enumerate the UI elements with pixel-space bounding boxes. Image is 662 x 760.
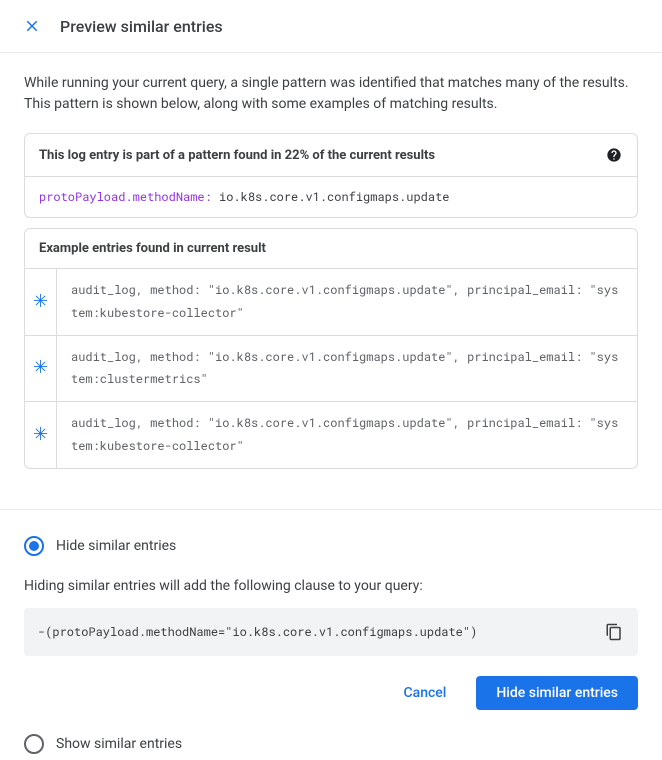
table-row: ✳ audit_log, method: "io.k8s.core.v1.con…	[25, 336, 637, 403]
entry-marker-icon: ✳	[25, 402, 57, 468]
table-row: ✳ audit_log, method: "io.k8s.core.v1.con…	[25, 269, 637, 336]
help-icon[interactable]	[605, 146, 623, 164]
radio-label: Hide similar entries	[56, 538, 176, 554]
copy-icon[interactable]	[604, 622, 624, 642]
pattern-value: io.k8s.core.v1.configmaps.update	[219, 189, 449, 205]
examples-card: Example entries found in current result …	[24, 228, 638, 469]
radio-unchecked-icon	[24, 734, 44, 754]
radio-hide-similar[interactable]: Hide similar entries	[24, 530, 638, 562]
radio-show-similar[interactable]: Show similar entries	[24, 728, 638, 760]
description-text: While running your current query, a sing…	[24, 73, 638, 115]
dialog-header: Preview similar entries	[0, 0, 662, 53]
entry-marker-icon: ✳	[25, 336, 57, 402]
hide-similar-button[interactable]: Hide similar entries	[476, 676, 638, 710]
button-row: Cancel Hide similar entries	[24, 676, 638, 710]
examples-header: Example entries found in current result	[25, 229, 637, 269]
entry-text: audit_log, method: "io.k8s.core.v1.confi…	[57, 402, 637, 468]
entry-text: audit_log, method: "io.k8s.core.v1.confi…	[57, 269, 637, 335]
entry-marker-icon: ✳	[25, 269, 57, 335]
options-section: Hide similar entries Hiding similar entr…	[0, 510, 662, 760]
hide-description: Hiding similar entries will add the foll…	[24, 578, 638, 594]
close-icon[interactable]	[20, 14, 44, 38]
pattern-header: This log entry is part of a pattern foun…	[25, 134, 637, 177]
dialog-title: Preview similar entries	[60, 17, 223, 36]
entry-text: audit_log, method: "io.k8s.core.v1.confi…	[57, 336, 637, 402]
radio-label: Show similar entries	[56, 736, 182, 752]
table-row: ✳ audit_log, method: "io.k8s.core.v1.con…	[25, 402, 637, 468]
pattern-header-text: This log entry is part of a pattern foun…	[39, 148, 435, 163]
query-clause-text: -(protoPayload.methodName="io.k8s.core.v…	[38, 624, 477, 640]
pattern-key: protoPayload.methodName:	[39, 189, 212, 205]
cancel-button[interactable]: Cancel	[384, 676, 467, 710]
content-section: While running your current query, a sing…	[0, 53, 662, 489]
pattern-body: protoPayload.methodName: io.k8s.core.v1.…	[25, 177, 637, 217]
pattern-card: This log entry is part of a pattern foun…	[24, 133, 638, 218]
radio-checked-icon	[24, 536, 44, 556]
